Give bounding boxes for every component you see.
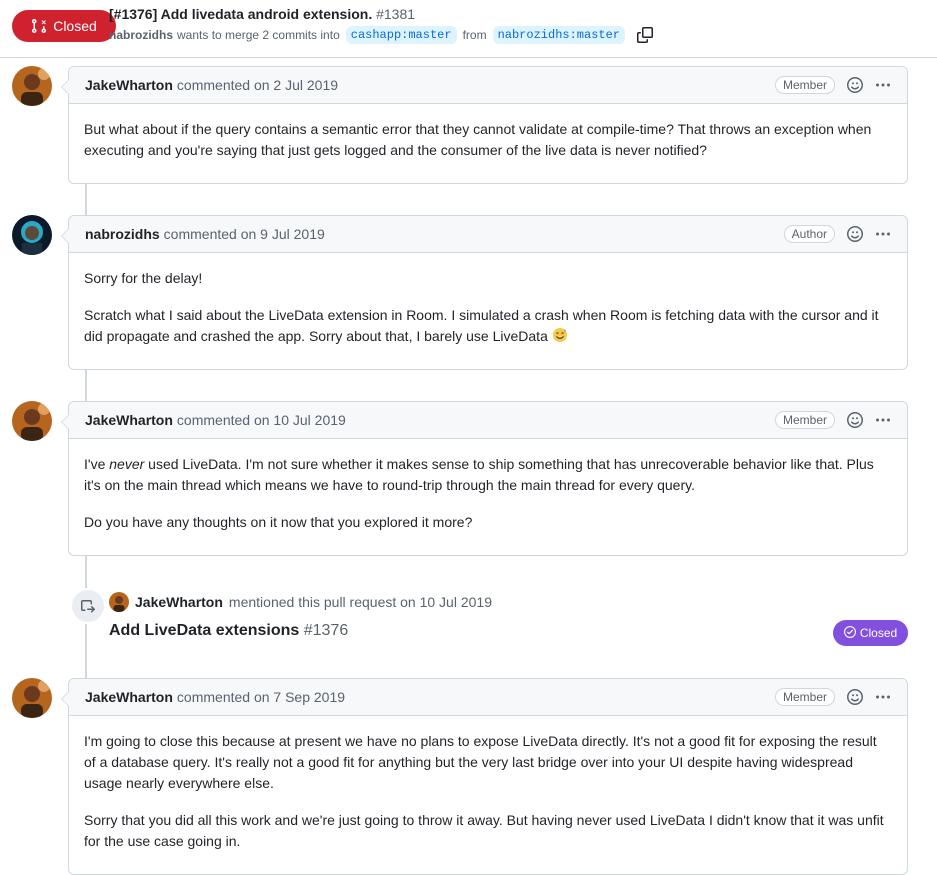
cross-reference-event: JakeWharton mentioned this pull request … <box>109 592 492 612</box>
comment-body: I'm going to close this because at prese… <box>69 716 907 872</box>
avatar-jakewharton[interactable] <box>12 66 52 106</box>
smiley-icon[interactable] <box>847 412 863 428</box>
pr-state-label: Closed <box>53 18 97 34</box>
avatar-jakewharton[interactable] <box>12 678 52 718</box>
copy-icon[interactable] <box>637 27 653 43</box>
cross-reference-icon <box>70 588 106 624</box>
comment-paragraph: Do you have any thoughts on it now that … <box>84 514 473 530</box>
reference-text: mentioned this pull request on 10 Jul 20… <box>228 594 492 610</box>
timeline-connector <box>85 182 87 216</box>
referenced-pr-state-badge: Closed <box>833 620 908 646</box>
referenced-pr-title[interactable]: Add LiveData extensions <box>109 622 299 639</box>
comment-header: JakeWharton commented on 10 Jul 2019 Mem… <box>69 402 907 439</box>
comment-text: used LiveData. I'm not sure whether it m… <box>84 456 874 493</box>
comment: JakeWharton commented on 2 Jul 2019 Memb… <box>61 66 908 184</box>
comment: nabrozidhs commented on 9 Jul 2019 Autho… <box>61 215 908 370</box>
timeline-connector <box>85 368 87 402</box>
role-badge: Author <box>783 225 835 243</box>
comment: JakeWharton commented on 10 Jul 2019 Mem… <box>61 401 908 556</box>
smiley-icon[interactable] <box>847 689 863 705</box>
pr-author-link[interactable]: nabrozidhs <box>109 28 173 42</box>
comment-paragraph: I've never used LiveData. I'm not sure w… <box>84 454 892 496</box>
pr-title-text: [#1376] Add livedata android extension. <box>109 6 373 22</box>
avatar-jakewharton[interactable] <box>12 401 52 441</box>
comment-text: I've <box>84 456 106 472</box>
kebab-horizontal-icon[interactable] <box>875 689 891 705</box>
comment-body: I've never used LiveData. I'm not sure w… <box>69 439 907 553</box>
comment-paragraph: I'm going to close this because at prese… <box>84 733 877 791</box>
kebab-horizontal-icon[interactable] <box>875 226 891 242</box>
comment-paragraph: Sorry that you did all this work and we'… <box>84 812 884 849</box>
comment-author[interactable]: JakeWharton <box>85 412 173 428</box>
smiley-icon[interactable] <box>847 226 863 242</box>
role-badge: Member <box>774 411 835 429</box>
comment-timestamp[interactable]: commented on 2 Jul 2019 <box>177 77 338 93</box>
comment-text: Scratch what I said about the LiveData e… <box>84 307 879 344</box>
pr-number: #1381 <box>376 6 416 22</box>
comment-author[interactable]: JakeWharton <box>85 77 173 93</box>
role-badge: Member <box>774 76 835 94</box>
role-badge: Member <box>774 688 835 706</box>
referenced-pr-link[interactable]: Add LiveData extensions #1376 <box>109 622 348 640</box>
comment-emphasis: never <box>109 456 145 472</box>
from-text: from <box>462 28 487 42</box>
head-branch[interactable]: nabrozidhs:master <box>492 26 625 44</box>
comment-header: JakeWharton commented on 7 Sep 2019 Memb… <box>69 679 907 716</box>
comment: JakeWharton commented on 7 Sep 2019 Memb… <box>61 678 908 875</box>
merge-text: wants to merge 2 commits into <box>177 28 340 42</box>
git-pull-request-closed-icon <box>31 18 47 34</box>
referenced-pr-number[interactable]: #1376 <box>304 622 349 639</box>
comment-timestamp[interactable]: commented on 9 Jul 2019 <box>164 226 325 242</box>
comment-paragraph: Sorry for the delay! <box>84 270 203 286</box>
comment-timestamp[interactable]: commented on 7 Sep 2019 <box>177 689 345 705</box>
comment-header: JakeWharton commented on 2 Jul 2019 Memb… <box>69 67 907 104</box>
comment-timestamp[interactable]: commented on 10 Jul 2019 <box>177 412 346 428</box>
avatar-jakewharton-small[interactable] <box>109 592 129 612</box>
comment-author[interactable]: JakeWharton <box>85 689 173 705</box>
comment-paragraph: But what about if the query contains a s… <box>84 121 872 158</box>
pr-state-badge: Closed <box>12 10 116 42</box>
comment-header: nabrozidhs commented on 9 Jul 2019 Autho… <box>69 216 907 253</box>
avatar-nabrozidhs[interactable] <box>12 215 52 255</box>
pr-header: Closed [#1376] Add livedata android exte… <box>0 0 937 58</box>
kebab-horizontal-icon[interactable] <box>875 412 891 428</box>
kebab-horizontal-icon[interactable] <box>875 77 891 93</box>
comment-body: But what about if the query contains a s… <box>69 104 907 181</box>
comment-body: Sorry for the delay! Scratch what I said… <box>69 253 907 367</box>
pr-title: [#1376] Add livedata android extension. … <box>109 6 415 22</box>
comment-paragraph: Scratch what I said about the LiveData e… <box>84 305 892 347</box>
referenced-pr-state-label: Closed <box>859 626 898 640</box>
sweat-smile-emoji-icon <box>552 327 568 343</box>
smiley-icon[interactable] <box>847 77 863 93</box>
pr-merge-info: nabrozidhs wants to merge 2 commits into… <box>109 26 653 44</box>
reference-author[interactable]: JakeWharton <box>135 594 223 610</box>
circle-check-icon <box>843 625 856 641</box>
comment-author[interactable]: nabrozidhs <box>85 226 160 242</box>
base-branch[interactable]: cashapp:master <box>345 26 457 44</box>
